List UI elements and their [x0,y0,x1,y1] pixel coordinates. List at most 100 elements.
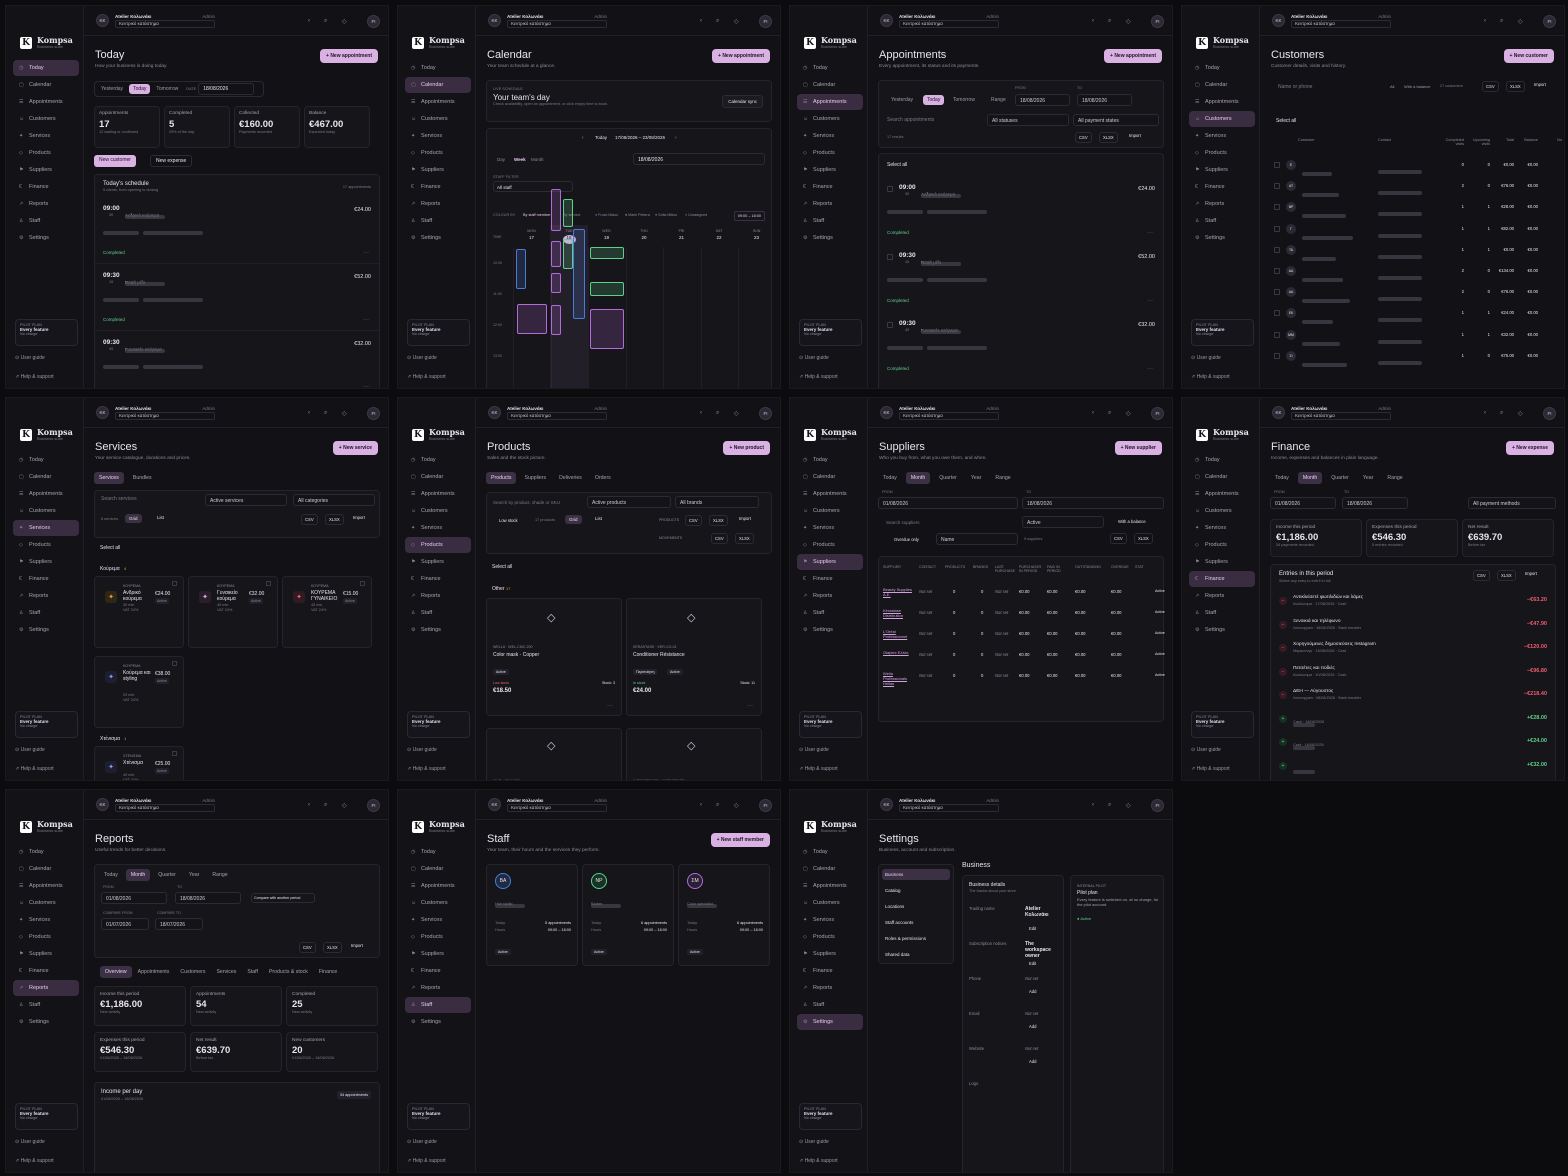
sidebar-item-reports[interactable]: ↗ Reports [13,588,79,604]
range-yesterday[interactable]: Yesterday [887,95,917,105]
csv-button[interactable]: CSV [1473,570,1490,581]
sidebar-item-customers[interactable]: ☺ Customers [13,503,79,519]
search-icon[interactable]: ⌕ [324,802,327,809]
user-avatar[interactable]: FI [1151,407,1164,420]
sidebar-item-services[interactable]: ✦ Services [797,520,863,536]
csv-button[interactable]: CSV [1110,533,1127,544]
sidebar-item-settings[interactable]: ⚙ Settings [797,230,863,246]
sidebar-item-staff[interactable]: ♙ Staff [13,605,79,621]
settings-menu-5[interactable]: Shared data [882,949,950,960]
search-input[interactable]: Search suppliers [886,520,920,525]
search-icon[interactable]: ⌕ [716,18,719,25]
date-from-input[interactable]: 01/08/2026 [101,892,167,904]
calendar-event[interactable] [563,199,573,227]
sidebar-item-suppliers[interactable]: ⚑ Suppliers [405,162,471,178]
notification-icon[interactable]: ◇ [1518,410,1523,417]
location-select[interactable]: Κεντρικό κατάστημα [899,19,999,28]
search-icon[interactable]: ⌕ [1108,802,1111,809]
date-to-input[interactable]: 18/08/2026 [1022,497,1164,509]
import-button[interactable]: Import [1534,82,1546,87]
sidebar-item-appointments[interactable]: ☰ Appointments [405,486,471,502]
row-checkbox[interactable] [1274,310,1280,317]
location-select[interactable]: Κεντρικό κατάστημα [507,803,607,812]
row-checkbox[interactable] [887,254,893,260]
user-guide-link[interactable]: ⊙ User guide [15,747,45,753]
sidebar-item-finance[interactable]: € Finance [797,571,863,587]
sidebar-item-customers[interactable]: ☺ Customers [405,503,471,519]
sidebar-item-products[interactable]: ◇ Products [13,537,79,553]
location-select[interactable]: Κεντρικό κατάστημα [1291,19,1391,28]
card-checkbox[interactable] [172,751,177,756]
customer-name[interactable] [1302,184,1339,202]
tab-services[interactable]: Services [94,472,124,484]
search-icon[interactable]: ⌕ [324,18,327,25]
user-guide-link[interactable]: ⊙ User guide [407,747,437,753]
sidebar-item-settings[interactable]: ⚙ Settings [13,622,79,638]
customer-name[interactable] [1302,354,1347,372]
active-select[interactable]: Active products [587,496,671,508]
nav-prev-icon[interactable]: ‹ [582,135,584,141]
user-avatar[interactable]: FI [367,15,380,28]
card-checkbox[interactable] [360,581,365,586]
sidebar-item-services[interactable]: ✦ Services [405,128,471,144]
sidebar-item-finance[interactable]: € Finance [797,179,863,195]
sidebar-item-products[interactable]: ◇ Products [797,929,863,945]
notification-icon[interactable]: ◇ [342,410,347,417]
sidebar-item-staff[interactable]: ♙ Staff [405,605,471,621]
date-input[interactable]: 18/08/2026 [198,83,255,95]
sidebar-item-finance[interactable]: € Finance [1189,179,1255,195]
sidebar-item-services[interactable]: ✦ Services [405,520,471,536]
calendar-event[interactable] [551,189,561,231]
calendar-event[interactable] [590,282,624,296]
more-icon[interactable]: ··· [1147,366,1153,372]
back-icon[interactable]: ‹ [1484,18,1486,24]
sidebar-item-products[interactable]: ◇ Products [405,145,471,161]
field-action-button[interactable]: Add [1029,1024,1036,1029]
notification-icon[interactable]: ◇ [1126,802,1131,809]
xlsx-button[interactable]: XLSX [1134,533,1153,544]
workspace-switcher[interactable]: Atelier Κολωνάκι Admin Κεντρικό κατάστημα [507,798,607,812]
calendar-event[interactable] [517,304,547,334]
range-range[interactable]: Range [1382,472,1407,484]
range-today[interactable]: Today [923,95,945,105]
sidebar-item-appointments[interactable]: ☰ Appointments [797,878,863,894]
sidebar-item-finance[interactable]: € Finance [405,571,471,587]
sidebar-item-calendar[interactable]: ▢ Calendar [405,77,471,93]
sidebar-item-suppliers[interactable]: ⚑ Suppliers [1189,162,1255,178]
service-card[interactable]: ✦ ΧΤΕΝΙΣΜΑ Χτένισμα 40 min VAT 24% €25.00 Acti… [94,746,184,780]
user-avatar[interactable]: FI [367,799,380,812]
sidebar-item-staff[interactable]: ♙ Staff [1189,605,1255,621]
notification-icon[interactable]: ◇ [1126,410,1131,417]
settings-menu-1[interactable]: Catalog [882,885,950,896]
workspace-switcher[interactable]: Atelier Κολωνάκι Admin Κεντρικό κατάστημα [115,406,215,420]
sidebar-item-settings[interactable]: ⚙ Settings [13,1014,79,1030]
sidebar-item-today[interactable]: ◷ Today [13,452,79,468]
range-year[interactable]: Year [1358,472,1378,484]
sidebar-item-suppliers[interactable]: ⚑ Suppliers [797,946,863,962]
search-icon[interactable]: ⌕ [1500,410,1503,417]
supplier-name-link[interactable]: Wella Professionals Hellas [883,671,915,686]
service-card[interactable]: ✦ ΚΟΥΡΕΜΑ ΚΟΥΡΕΜΑ ΓΥΝΑΙΚΕΙΟ 45 min VAT 24% €1… [282,576,372,648]
filter-1[interactable]: With a balance [1404,84,1430,89]
back-icon[interactable]: ‹ [1092,410,1094,416]
customer-name[interactable] [1302,333,1340,351]
primary-cta-button[interactable]: + New supplier [1114,441,1162,455]
xlsx-button[interactable]: XLSX [709,515,728,526]
grid-toggle[interactable]: Grid [565,515,582,524]
sidebar-item-appointments[interactable]: ☰ Appointments [1189,486,1255,502]
sidebar-item-suppliers[interactable]: ⚑ Suppliers [13,162,79,178]
range-quarter[interactable]: Quarter [934,472,962,484]
calendar-event[interactable] [590,309,624,349]
back-icon[interactable]: ‹ [700,802,702,808]
import-button[interactable]: Import [351,943,363,948]
user-guide-link[interactable]: ⊙ User guide [407,355,437,361]
location-select[interactable]: Κεντρικό κατάστημα [507,19,607,28]
csv-button[interactable]: CSV [711,533,728,544]
card-checkbox[interactable] [172,661,177,666]
new-expense-button[interactable]: New expense [150,155,193,167]
sidebar-item-calendar[interactable]: ▢ Calendar [797,861,863,877]
search-input[interactable]: Search appointments [879,114,983,126]
user-avatar[interactable]: FI [759,407,772,420]
sidebar-item-calendar[interactable]: ▢ Calendar [1189,77,1255,93]
sidebar-item-suppliers[interactable]: ⚑ Suppliers [405,554,471,570]
